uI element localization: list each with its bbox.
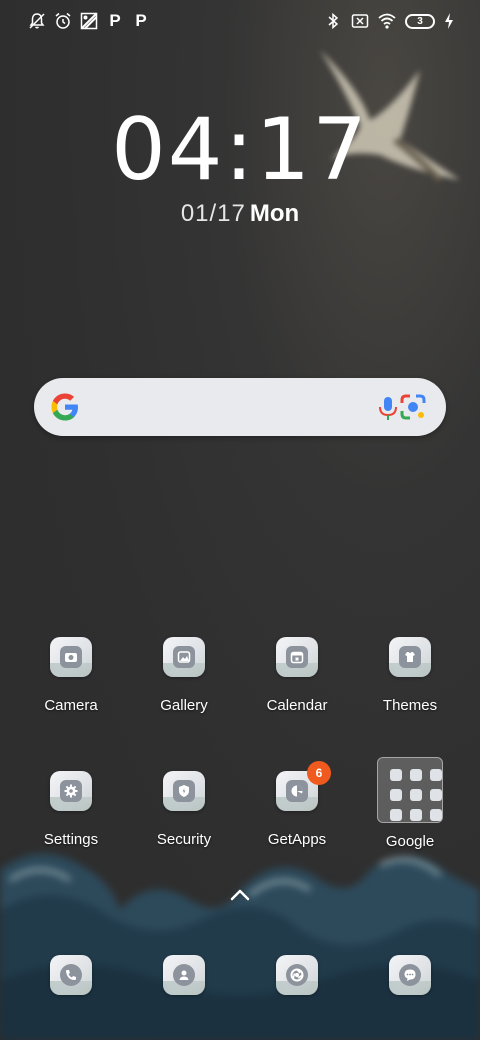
p-app-icon: P (109, 11, 121, 30)
app-label: Settings (43, 831, 99, 848)
browser-icon (276, 955, 318, 995)
folder-google[interactable]: Google (354, 757, 466, 850)
chevron-up-icon[interactable] (228, 886, 252, 904)
app-icon (80, 12, 98, 30)
camera-icon (50, 637, 92, 677)
contacts-icon (163, 955, 205, 995)
settings-icon (50, 771, 92, 811)
dock-contacts[interactable] (128, 955, 240, 995)
google-search-bar[interactable] (34, 378, 446, 436)
wifi-icon (378, 12, 396, 30)
messages-icon (389, 955, 431, 995)
app-label: Gallery (160, 697, 208, 714)
bluetooth-icon (324, 12, 342, 30)
status-bar: P P 3 (0, 0, 480, 42)
google-lens-icon[interactable] (398, 392, 428, 422)
clock-widget[interactable]: 04:17 (0, 100, 480, 200)
date-widget[interactable]: 01/17 Mon (0, 200, 480, 228)
clock-separator: : (224, 100, 256, 200)
p-app-icon: P (135, 11, 147, 30)
app-camera[interactable]: Camera (15, 637, 127, 714)
app-label: Google (385, 833, 435, 850)
security-icon (163, 771, 205, 811)
app-security[interactable]: Security (128, 771, 240, 848)
calendar-icon (276, 637, 318, 677)
app-label: Security (156, 831, 212, 848)
folder-icon (377, 757, 443, 823)
dock-browser[interactable] (241, 955, 353, 995)
clock-hours: 04 (111, 100, 225, 200)
notifications-off-icon (28, 12, 46, 30)
dock-phone[interactable] (15, 955, 127, 995)
dock-messages[interactable] (354, 955, 466, 995)
app-label: GetApps (267, 831, 327, 848)
gallery-icon (163, 637, 205, 677)
clock-minutes: 17 (255, 100, 369, 200)
date-weekday: Mon (249, 200, 300, 227)
date-day: 01/17 (180, 200, 246, 227)
battery-icon: 3 (405, 13, 435, 29)
google-g-icon (51, 393, 78, 421)
app-settings[interactable]: Settings (15, 771, 127, 848)
notification-badge: 6 (307, 761, 331, 785)
no-sim-icon (351, 12, 369, 30)
alarm-icon (54, 12, 72, 30)
charging-icon (444, 12, 454, 30)
app-getapps[interactable]: 6 GetApps (241, 761, 353, 848)
app-themes[interactable]: Themes (354, 637, 466, 714)
app-label: Calendar (266, 697, 328, 714)
app-calendar[interactable]: Calendar (241, 637, 353, 714)
phone-icon (50, 955, 92, 995)
app-label: Camera (44, 697, 98, 714)
app-gallery[interactable]: Gallery (128, 637, 240, 714)
themes-icon (389, 637, 431, 677)
battery-level: 3 (417, 15, 423, 27)
app-label: Themes (382, 697, 438, 714)
